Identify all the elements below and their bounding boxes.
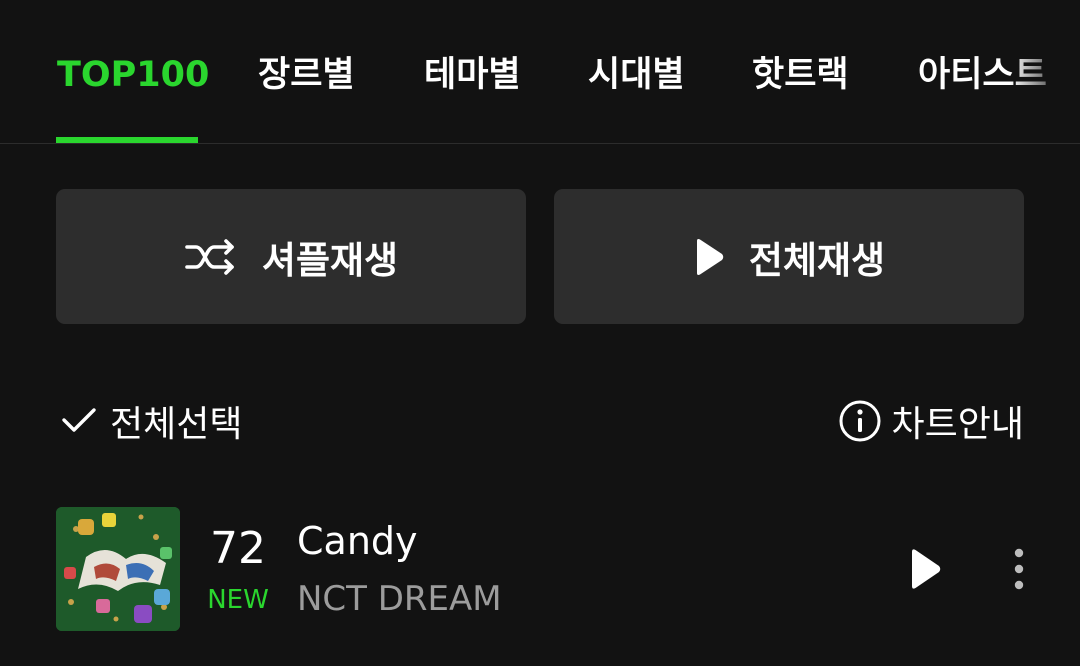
checkmark-icon [62,408,96,432]
play-all-button[interactable]: 전체재생 [554,189,1024,324]
tab-era[interactable]: 시대별 [588,50,685,100]
song-row[interactable]: 72 NEW Candy NCT DREAM [56,507,1024,631]
shuffle-play-label: 셔플재생 [261,238,399,282]
play-icon [696,238,724,275]
shuffle-play-button[interactable]: 셔플재생 [56,189,526,324]
chart-info-button[interactable]: 차트안내 [838,393,1024,449]
select-all-button[interactable]: 전체선택 [60,393,242,449]
tab-hot-track[interactable]: 핫트랙 [752,50,849,100]
chart-tab-bar: TOP100 장르별 테마별 시대별 핫트랙 아티스트 [0,0,1080,144]
song-artist[interactable]: NCT DREAM [297,579,502,619]
tab-top100[interactable]: TOP100 [57,50,209,100]
chart-info-label: 차트안내 [891,404,1024,445]
select-all-label: 전체선택 [110,404,243,445]
album-cover-icon [56,507,180,631]
shuffle-icon [185,238,234,275]
tab-theme[interactable]: 테마별 [424,50,521,100]
play-all-label: 전체재생 [748,238,886,282]
song-title[interactable]: Candy [297,519,418,563]
rank-status-badge: NEW [207,585,269,615]
song-play-button[interactable] [908,547,952,591]
active-tab-indicator [56,137,198,143]
song-more-button[interactable] [1004,545,1034,593]
chart-rank: 72 [210,523,266,574]
tab-genre[interactable]: 장르별 [258,50,355,100]
play-icon [912,549,941,589]
more-vertical-icon [1014,548,1024,590]
info-icon [839,400,881,442]
album-cover-image[interactable] [56,507,180,631]
tab-artist[interactable]: 아티스트 [918,50,1047,100]
